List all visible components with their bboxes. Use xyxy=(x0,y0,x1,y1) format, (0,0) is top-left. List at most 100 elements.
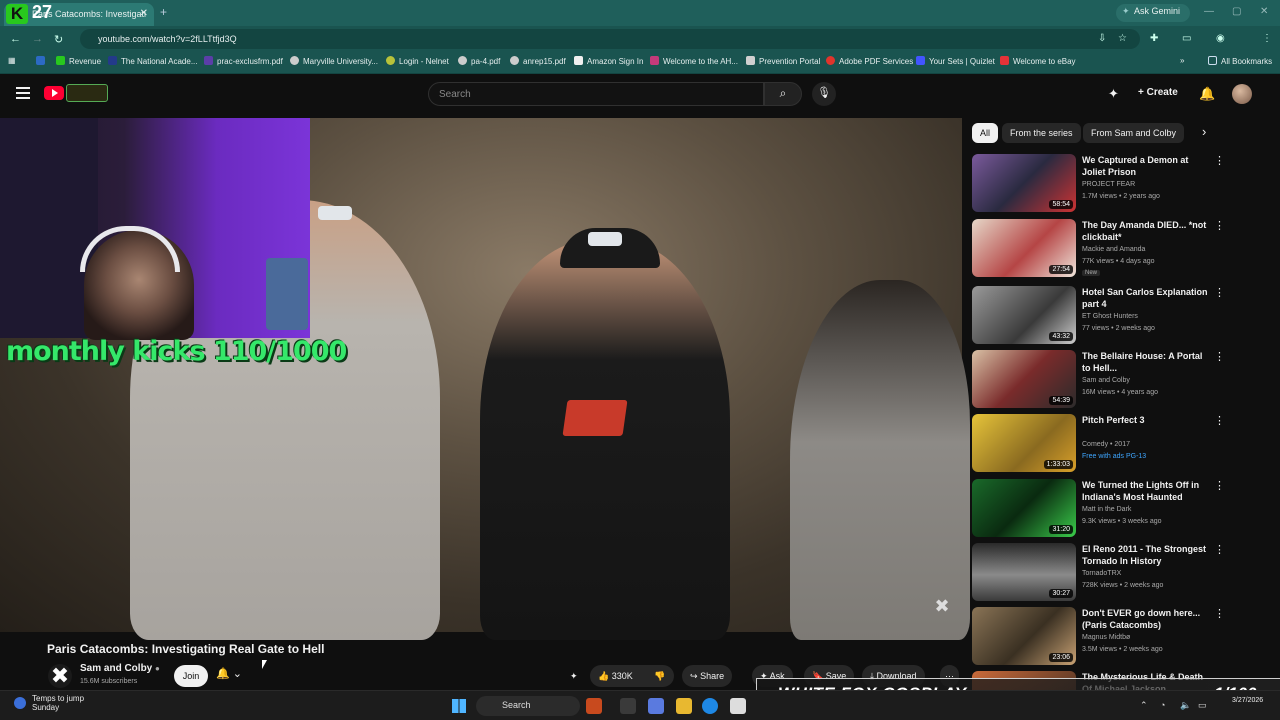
recommendation-title[interactable]: Pitch Perfect 3 xyxy=(1082,414,1212,426)
recommendation-item[interactable]: 27:54 The Day Amanda DIED... *not clickb… xyxy=(972,219,1272,281)
apps-grid-icon[interactable]: ▦ xyxy=(8,56,16,65)
weather-widget[interactable]: Temps to jump Sunday xyxy=(32,694,84,712)
bookmark-item[interactable]: Your Sets | Quizlet xyxy=(916,56,995,66)
video-thumbnail[interactable]: 54:39 xyxy=(972,350,1076,408)
dislike-button[interactable]: 👎 xyxy=(646,665,674,687)
bookmark-item[interactable]: anrep15.pdf xyxy=(510,56,566,66)
back-icon[interactable]: ← xyxy=(10,33,21,45)
recommendation-channel[interactable]: Sam and Colby xyxy=(1082,377,1130,384)
tab-close-icon[interactable]: ✕ xyxy=(140,8,148,19)
recommendation-title[interactable]: Don't EVER go down here... (Paris Cataco… xyxy=(1082,607,1212,631)
store-icon[interactable] xyxy=(730,698,746,714)
bookmark-item[interactable]: pa-4.pdf xyxy=(458,56,500,66)
bookmark-item[interactable]: Adobe PDF Services xyxy=(826,56,913,66)
volume-icon[interactable]: 🔈 xyxy=(1180,700,1191,711)
file-explorer-icon[interactable] xyxy=(676,698,692,714)
recommendation-title[interactable]: El Reno 2011 - The Strongest Tornado In … xyxy=(1082,543,1212,567)
more-options-icon[interactable]: ⋮ xyxy=(1214,154,1225,167)
more-options-icon[interactable]: ⋮ xyxy=(1214,479,1225,492)
more-options-icon[interactable]: ⋮ xyxy=(1214,286,1225,299)
new-tab-icon[interactable]: + xyxy=(160,5,167,19)
recommendation-item[interactable]: 43:32 Hotel San Carlos Explanation part … xyxy=(972,286,1272,348)
url-field[interactable]: youtube.com/watch?v=2fLLTtfjd3Q xyxy=(80,29,1140,49)
account-avatar[interactable] xyxy=(1232,84,1252,104)
recommendation-item[interactable]: 54:39 The Bellaire House: A Portal to He… xyxy=(972,350,1272,412)
create-button[interactable]: + Create xyxy=(1130,84,1186,104)
video-thumbnail[interactable]: 27:54 xyxy=(972,219,1076,277)
video-thumbnail[interactable]: 23:06 xyxy=(972,607,1076,665)
menu-icon[interactable] xyxy=(16,87,30,102)
all-bookmarks[interactable]: All Bookmarks xyxy=(1208,56,1272,66)
forward-icon[interactable]: → xyxy=(32,33,43,45)
recommendation-title[interactable]: The Day Amanda DIED... *not clickbait* xyxy=(1082,219,1212,243)
menu-dots-icon[interactable]: ⋮ xyxy=(1262,33,1272,44)
channel-name[interactable]: Sam and Colby ● xyxy=(80,663,160,674)
bookmark-item[interactable]: Prevention Portal xyxy=(746,56,820,66)
recommendation-title[interactable]: The Bellaire House: A Portal to Hell... xyxy=(1082,350,1212,374)
close-window-icon[interactable]: ✕ xyxy=(1260,6,1268,17)
chip-from-sam-and-colby[interactable]: From Sam and Colby xyxy=(1083,123,1185,143)
windows-start-icon[interactable] xyxy=(452,699,466,713)
recommendation-item[interactable]: 1:33:03 Pitch Perfect 3 Comedy • 2017 Fr… xyxy=(972,414,1272,476)
taskbar-search[interactable]: Search xyxy=(476,696,580,716)
more-options-icon[interactable]: ⋮ xyxy=(1214,607,1225,620)
bookmark-item[interactable]: Login - Nelnet xyxy=(386,56,449,66)
recommendation-item[interactable]: 23:06 Don't EVER go down here... (Paris … xyxy=(972,607,1272,669)
profile-icon[interactable]: ◉ xyxy=(1216,33,1225,44)
copilot-icon[interactable] xyxy=(648,698,664,714)
recommendation-title[interactable]: We Captured a Demon at Joliet Prison xyxy=(1082,154,1212,178)
battery-icon[interactable]: ▭ xyxy=(1198,700,1207,711)
recommendation-title[interactable]: Hotel San Carlos Explanation part 4 xyxy=(1082,286,1212,310)
more-options-icon[interactable]: ⋮ xyxy=(1214,414,1225,427)
bookmark-item[interactable]: Revenue xyxy=(56,56,101,66)
bookmark-item[interactable]: prac-exclusfrm.pdf xyxy=(204,56,283,66)
reload-icon[interactable]: ↻ xyxy=(54,33,63,46)
taskbar-app-icon[interactable] xyxy=(586,698,602,714)
recommendation-channel[interactable]: Mackie and Amanda xyxy=(1082,246,1145,253)
network-icon[interactable]: ◔ xyxy=(1160,700,1165,710)
video-thumbnail[interactable]: 1:33:03 xyxy=(972,414,1076,472)
youtube-logo-icon[interactable] xyxy=(44,86,64,100)
bookmark-item[interactable] xyxy=(36,56,49,66)
tray-chevron-icon[interactable]: ⌃ xyxy=(1140,700,1148,711)
install-icon[interactable]: ⇩ xyxy=(1098,33,1106,44)
edge-browser-icon[interactable] xyxy=(702,698,718,714)
cast-icon[interactable]: ▭ xyxy=(1182,33,1191,44)
ask-gemini-button[interactable]: Ask Gemini xyxy=(1116,4,1191,22)
like-button[interactable]: 👍 330K xyxy=(590,665,646,687)
recommendation-channel[interactable]: Magnus Midtbø xyxy=(1082,634,1130,641)
sparkle-icon[interactable]: ✦ xyxy=(570,665,578,687)
voice-search-button[interactable]: 🎙 xyxy=(812,82,836,106)
taskbar-clock[interactable]: 3/27/2026 xyxy=(1232,696,1263,706)
more-options-icon[interactable]: ⋮ xyxy=(1214,543,1225,556)
video-thumbnail[interactable]: 58:54 xyxy=(972,154,1076,212)
cast-to-tv-icon[interactable]: ✦ xyxy=(1108,86,1119,102)
share-button[interactable]: ↪ Share xyxy=(682,665,733,687)
video-thumbnail[interactable]: 43:32 xyxy=(972,286,1076,344)
recommendation-channel[interactable]: Matt in the Dark xyxy=(1082,506,1131,513)
bookmark-item[interactable]: Welcome to eBay xyxy=(1000,56,1076,66)
join-button[interactable]: Join xyxy=(174,665,208,687)
minimize-icon[interactable]: — xyxy=(1204,6,1214,17)
recommendation-channel[interactable]: PROJECT FEAR xyxy=(1082,181,1135,188)
recommendation-channel[interactable]: Comedy • 2017 xyxy=(1082,441,1130,448)
more-options-icon[interactable]: ⋮ xyxy=(1214,219,1225,232)
recommendation-title[interactable]: We Turned the Lights Off in Indiana's Mo… xyxy=(1082,479,1212,503)
more-bookmarks-icon[interactable]: » xyxy=(1180,56,1184,65)
maximize-icon[interactable]: ▢ xyxy=(1232,6,1241,17)
video-thumbnail[interactable]: 31:20 xyxy=(972,479,1076,537)
more-options-icon[interactable]: ⋮ xyxy=(1214,350,1225,363)
weather-icon[interactable] xyxy=(14,697,26,709)
recommendation-item[interactable]: 30:27 El Reno 2011 - The Strongest Torna… xyxy=(972,543,1272,605)
subscribe-bell-button[interactable]: 🔔 ⌄ xyxy=(216,667,242,680)
chip-from-the-series[interactable]: From the series xyxy=(1002,123,1081,143)
video-thumbnail[interactable]: 30:27 xyxy=(972,543,1076,601)
recommendation-item[interactable]: 58:54 We Captured a Demon at Joliet Pris… xyxy=(972,154,1272,216)
task-view-icon[interactable] xyxy=(620,698,636,714)
chip-next-icon[interactable]: › xyxy=(1202,124,1206,139)
notifications-bell-icon[interactable]: 🔔 xyxy=(1199,86,1215,102)
chip-all[interactable]: All xyxy=(972,123,999,143)
recommendation-channel[interactable]: TornadoTRX xyxy=(1082,570,1121,577)
bookmark-item[interactable]: Welcome to the AH... xyxy=(650,56,738,66)
search-input[interactable]: Search xyxy=(428,82,764,106)
